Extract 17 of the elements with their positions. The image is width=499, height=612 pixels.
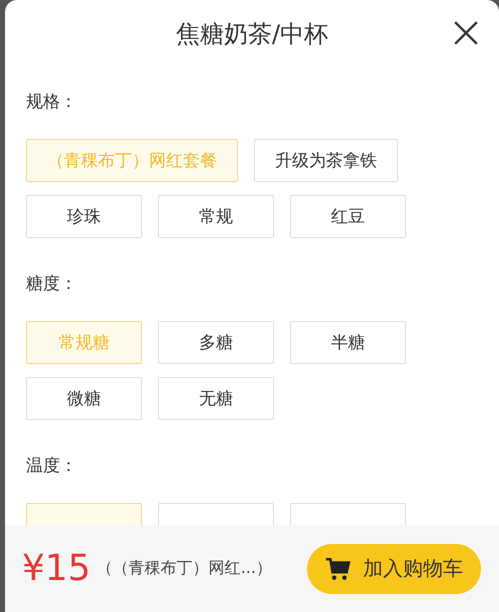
- option-button[interactable]: 微糖: [26, 377, 142, 420]
- option-button[interactable]: 半糖: [290, 321, 406, 364]
- option-button[interactable]: 常规: [158, 195, 274, 238]
- option-button[interactable]: 多糖: [158, 321, 274, 364]
- section-label: 规格：: [26, 91, 78, 113]
- selection-summary: （（青稞布丁）网红...）: [96, 558, 272, 579]
- option-button[interactable]: 红豆: [290, 195, 406, 238]
- dialog-title: 焦糖奶茶/中杯: [176, 19, 328, 50]
- close-icon[interactable]: [453, 20, 479, 46]
- price: ¥15: [22, 548, 91, 589]
- option-button[interactable]: 升级为茶拿铁: [254, 139, 398, 182]
- option-button[interactable]: 无糖: [158, 377, 274, 420]
- cart-icon: [325, 556, 351, 582]
- option-button[interactable]: 珍珠: [26, 195, 142, 238]
- section-label: 糖度：: [26, 273, 78, 295]
- add-to-cart-button[interactable]: 加入购物车: [307, 544, 481, 594]
- section-label: 温度：: [26, 455, 78, 477]
